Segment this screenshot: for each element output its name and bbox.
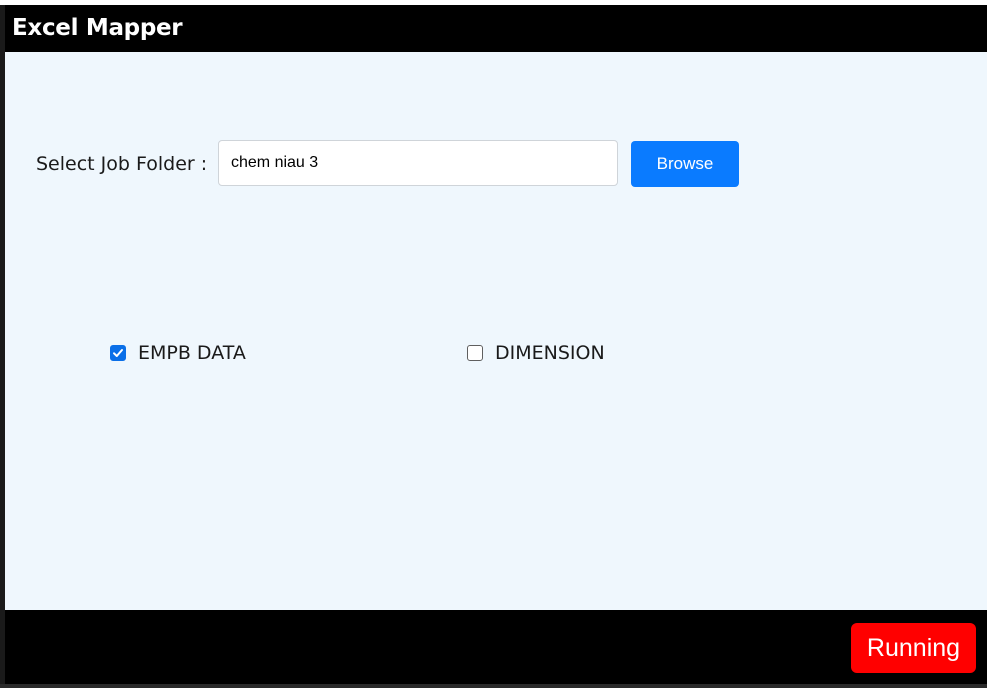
option-empb-data[interactable]: EMPB DATA xyxy=(110,342,246,364)
job-folder-label: Select Job Folder : xyxy=(36,153,208,175)
empb-data-checkbox[interactable] xyxy=(110,345,126,361)
empb-data-label: EMPB DATA xyxy=(138,342,246,364)
app-window: Excel Mapper Select Job Folder : Browse … xyxy=(0,0,987,688)
app-title: Excel Mapper xyxy=(12,15,183,41)
browse-button[interactable]: Browse xyxy=(631,141,739,187)
title-bar: Excel Mapper xyxy=(5,5,987,52)
dimension-label: DIMENSION xyxy=(495,342,605,364)
running-status-button[interactable]: Running xyxy=(851,623,976,673)
footer-bar: Running xyxy=(5,610,987,688)
window-bottom-border xyxy=(0,684,987,688)
check-icon xyxy=(113,349,123,357)
job-folder-input[interactable] xyxy=(218,140,618,186)
option-dimension[interactable]: DIMENSION xyxy=(467,342,605,364)
main-content: Select Job Folder : Browse EMPB DATA DIM… xyxy=(5,52,987,610)
dimension-checkbox[interactable] xyxy=(467,345,483,361)
